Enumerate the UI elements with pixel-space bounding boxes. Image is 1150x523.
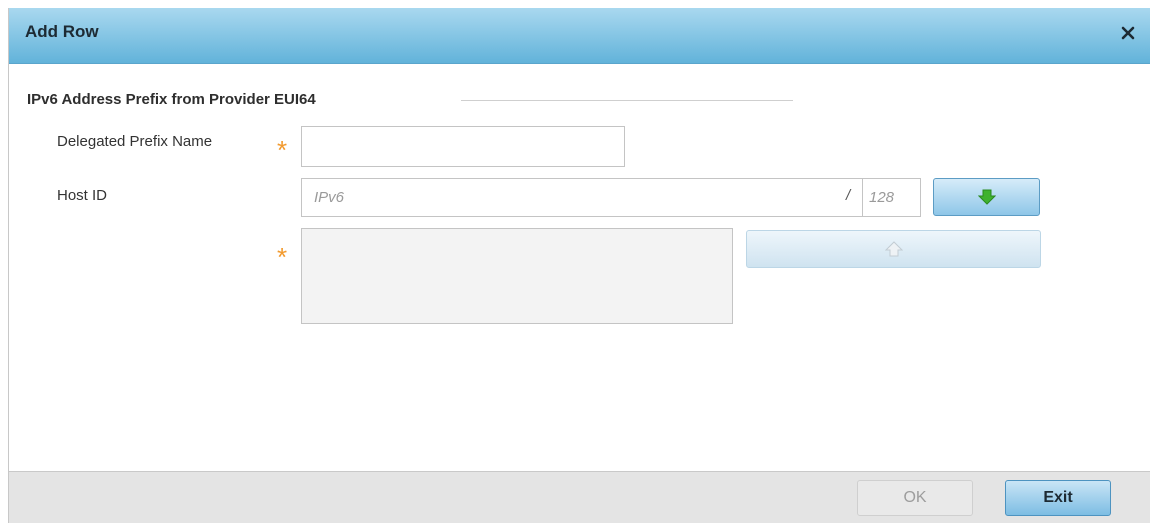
- host-id-ipv6-input[interactable]: [302, 179, 847, 216]
- delegated-prefix-name-label: Delegated Prefix Name: [57, 133, 213, 150]
- host-id-list[interactable]: [301, 228, 733, 324]
- host-id-prefix-length-input[interactable]: [862, 179, 920, 216]
- close-icon: [1121, 26, 1135, 40]
- section-title: IPv6 Address Prefix from Provider EUI64: [27, 91, 316, 108]
- dialog-footer: OK Exit: [9, 471, 1150, 523]
- exit-button[interactable]: Exit: [1005, 480, 1111, 516]
- arrow-up-icon: [884, 241, 903, 257]
- dialog-title-bar: Add Row: [9, 8, 1150, 64]
- prefix-separator: /: [846, 187, 851, 204]
- section-divider: [461, 100, 793, 101]
- close-button[interactable]: [1115, 18, 1141, 48]
- delegated-prefix-name-input[interactable]: [301, 126, 625, 167]
- host-id-label: Host ID: [57, 187, 108, 204]
- add-host-id-button[interactable]: [933, 178, 1040, 216]
- remove-host-id-button[interactable]: [746, 230, 1041, 268]
- ok-button[interactable]: OK: [857, 480, 973, 516]
- dialog-title: Add Row: [25, 22, 99, 41]
- host-id-ipv6-prefix-field: /: [301, 178, 921, 217]
- required-indicator-icon: *: [277, 135, 288, 165]
- arrow-down-icon: [977, 189, 996, 205]
- add-row-dialog: Add Row IPv6 Address Prefix from Provide…: [8, 8, 1150, 523]
- required-indicator-icon: *: [277, 242, 288, 272]
